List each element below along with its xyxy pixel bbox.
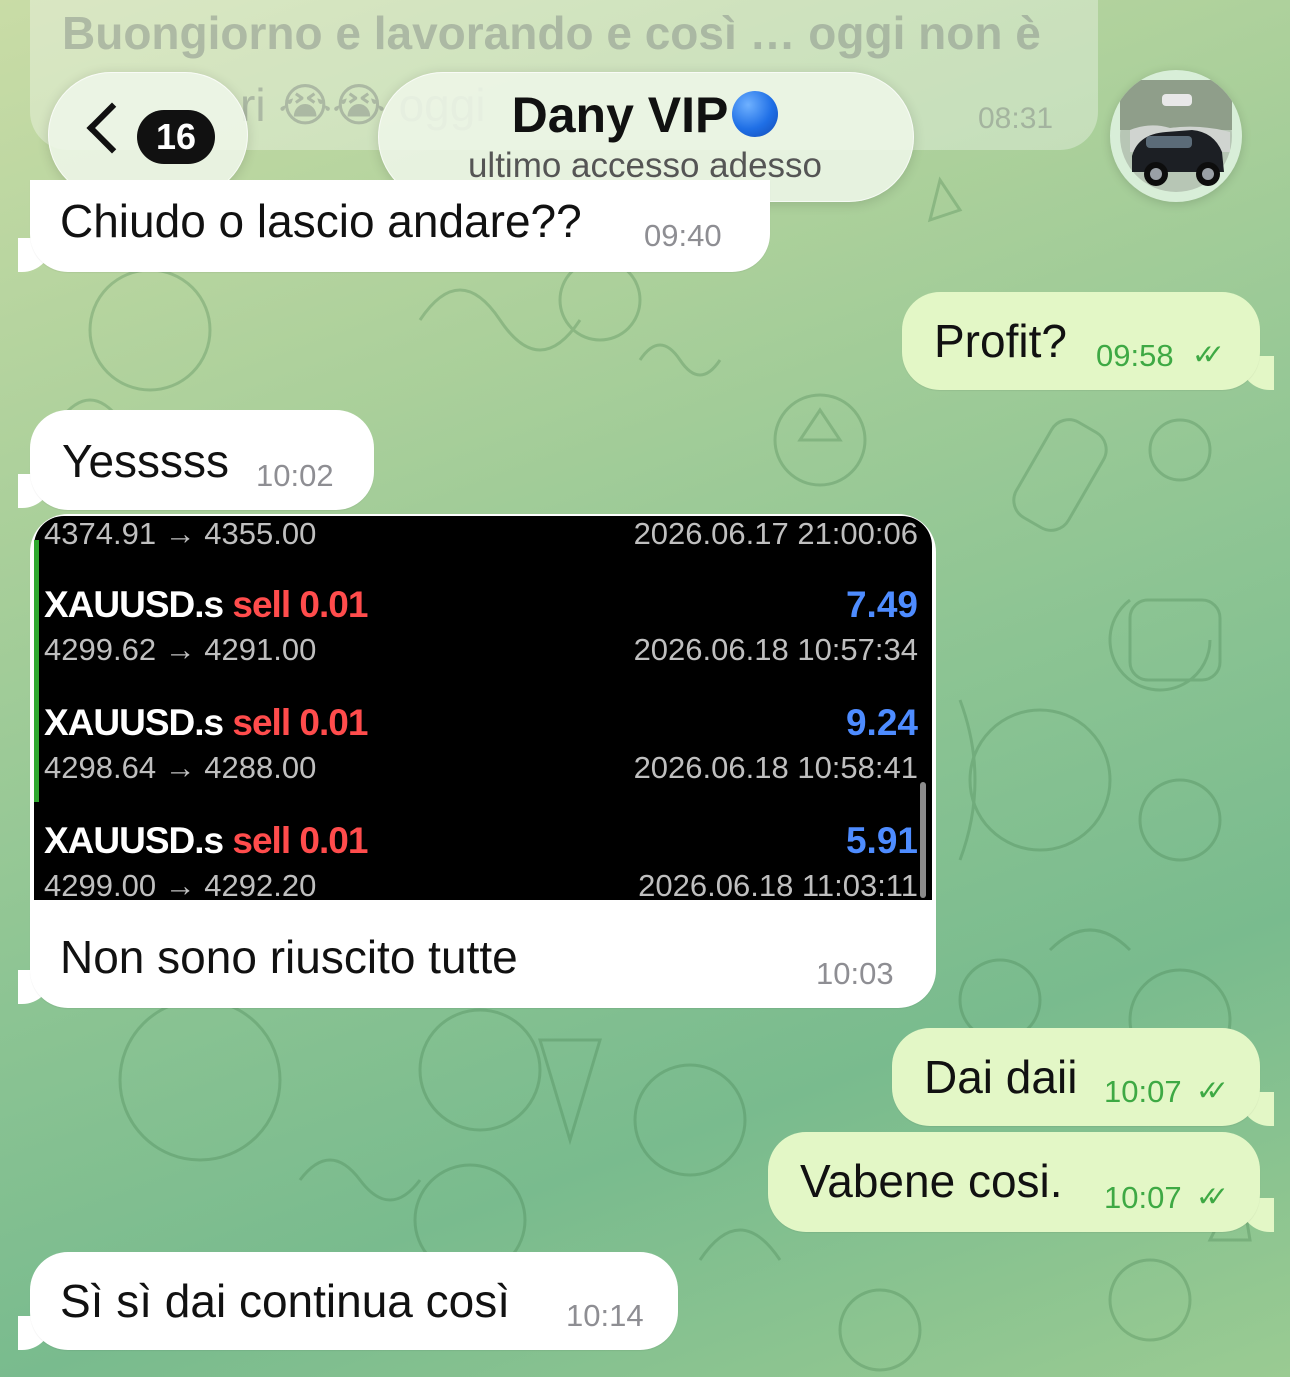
trade-side: sell: [232, 584, 291, 625]
trade-symbol: XAUUSD.s sell 0.01: [44, 820, 368, 862]
message-text: Chiudo o lascio andare??: [60, 195, 582, 247]
outgoing-message[interactable]: Profit? 09:58 ✓✓: [902, 292, 1260, 390]
trade-volume: 0.01: [299, 820, 368, 861]
trade-symbol: XAUUSD.s sell 0.01: [44, 584, 368, 626]
symbol-name: XAUUSD.s: [44, 584, 224, 625]
unread-count-badge: 16: [137, 110, 215, 164]
message-time: 10:14: [566, 1298, 644, 1333]
contact-name-row: Dany VIP: [378, 86, 912, 144]
incoming-message[interactable]: Sì sì dai continua così 10:14: [30, 1252, 678, 1350]
trade-time: 2026.06.18 11:03:11: [638, 868, 918, 900]
message-time: 10:02: [256, 458, 334, 493]
trade-row: XAUUSD.s sell 0.01 9.24 4298.64 → 4288.0…: [44, 654, 918, 785]
message-caption: Non sono riuscito tutte: [60, 931, 518, 983]
message-time: 10:07: [1104, 1180, 1182, 1215]
outgoing-message[interactable]: Vabene cosi. 10:07 ✓✓: [768, 1132, 1260, 1232]
trade-prices: 4299.00 → 4292.20: [44, 868, 317, 900]
previous-message-text: Buongiorno e lavorando e così … oggi non…: [62, 7, 1041, 59]
double-check-icon: ✓✓: [1196, 1075, 1229, 1106]
message-time: 10:07: [1104, 1074, 1182, 1109]
incoming-message[interactable]: Yesssss 10:02: [30, 410, 374, 510]
car-photo-icon: [1120, 80, 1232, 192]
scrollbar: [920, 782, 926, 898]
message-time: 09:58: [1096, 338, 1174, 373]
contact-name: Dany VIP: [511, 87, 729, 143]
message-text: Profit?: [934, 315, 1067, 367]
incoming-message[interactable]: Chiudo o lascio andare?? 09:40: [30, 180, 770, 272]
double-check-icon: ✓✓: [1192, 339, 1225, 370]
trade-side: sell: [232, 702, 291, 743]
double-check-icon: ✓✓: [1196, 1181, 1229, 1212]
blue-circle-icon: [732, 91, 779, 137]
trade-volume: 0.01: [299, 584, 368, 625]
trade-profit: 9.24: [845, 702, 918, 743]
message-time: 10:03: [816, 956, 894, 991]
message-text: Yesssss: [62, 435, 230, 487]
trade-history-screenshot[interactable]: 4374.91 → 4355.00 2026.06.17 21:00:06 XA…: [34, 516, 932, 900]
trade-volume: 0.01: [299, 702, 368, 743]
trade-profit: 7.49: [845, 584, 918, 625]
trade-symbol: XAUUSD.s sell 0.01: [44, 702, 368, 744]
outgoing-message[interactable]: Dai daii 10:07 ✓✓: [892, 1028, 1260, 1126]
symbol-name: XAUUSD.s: [44, 820, 224, 861]
message-text: Dai daii: [924, 1051, 1078, 1103]
contact-avatar[interactable]: [1110, 70, 1242, 202]
trade-profit: 5.91: [845, 820, 918, 861]
selection-edge: [34, 540, 39, 802]
message-time: 09:40: [644, 218, 722, 253]
symbol-name: XAUUSD.s: [44, 702, 224, 743]
trade-row: XAUUSD.s sell 0.01 5.91 4299.00 → 4292.2…: [44, 772, 918, 900]
trade-side: sell: [232, 820, 291, 861]
message-text: Sì sì dai continua così: [60, 1275, 511, 1327]
trade-row: XAUUSD.s sell 0.01 7.49 4299.62 → 4291.0…: [44, 536, 918, 667]
message-text: Vabene cosi.: [800, 1155, 1063, 1207]
previous-message-time: 08:31: [978, 102, 1054, 135]
